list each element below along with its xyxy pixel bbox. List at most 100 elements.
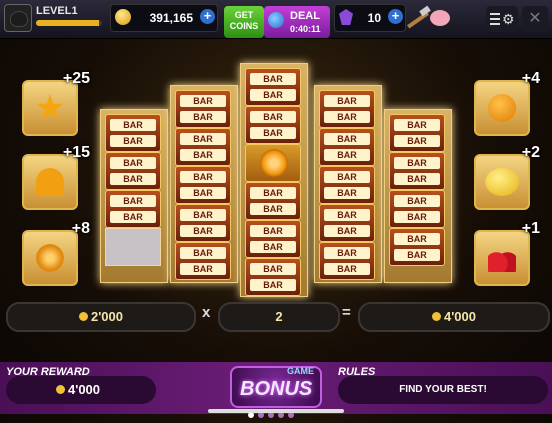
rules-box: FIND YOUR BEST!: [338, 376, 548, 404]
base-reward-value: 2'000: [90, 309, 123, 324]
multiplier-label: +25: [62, 70, 90, 87]
multiplier-value: 2: [275, 309, 283, 324]
bar-symbol-tile[interactable]: BAR BAR: [389, 114, 445, 152]
reel-grid: BAR BAR BAR BAR BAR BAR BAR BAR BAR BAR BAR BAR BAR B…: [100, 63, 452, 297]
star-icon: [36, 94, 64, 120]
bar-symbol-tile[interactable]: BAR BAR: [319, 204, 375, 242]
bar-symbol-tile[interactable]: BAR BAR: [389, 228, 445, 266]
bar-symbol-text: BAR: [250, 203, 296, 215]
bar-symbol-tile[interactable]: BAR BAR: [319, 128, 375, 166]
bar-symbol-text: BAR: [394, 157, 440, 169]
bar-symbol-tile[interactable]: BAR BAR: [319, 242, 375, 280]
xp-progress-bar: [36, 20, 102, 26]
piggy-bank-button[interactable]: [402, 4, 454, 34]
bar-symbol-text: BAR: [180, 111, 226, 123]
bar-symbol-text: BAR: [180, 209, 226, 221]
bar-symbol-tile[interactable]: BAR BAR: [175, 166, 231, 204]
bar-symbol-text: BAR: [110, 135, 156, 147]
coin-icon: [431, 312, 441, 321]
home-indicator[interactable]: [208, 409, 344, 413]
deal-gems-icon: [268, 12, 284, 28]
bar-symbol-text: BAR: [394, 119, 440, 131]
bar-symbol-text: BAR: [250, 73, 296, 85]
equals-sign: =: [342, 304, 351, 321]
bar-symbol-tile[interactable]: BAR BAR: [389, 190, 445, 228]
xp-progress-fill: [36, 20, 99, 26]
bar-symbol-tile[interactable]: BAR BAR: [245, 106, 301, 144]
bar-symbol-text: BAR: [110, 173, 156, 185]
bar-symbol-text: BAR: [110, 157, 156, 169]
base-reward-display: 2'000: [6, 302, 196, 332]
bar-symbol-tile[interactable]: BAR BAR: [175, 204, 231, 242]
left-multiplier-2: +8: [22, 220, 90, 286]
bar-symbol-text: BAR: [110, 195, 156, 207]
orange-half-icon: [260, 149, 288, 177]
empty-tile[interactable]: [105, 228, 161, 266]
multiplier-label: +2: [521, 144, 540, 161]
menu-settings-button[interactable]: ⚙: [486, 6, 518, 32]
bar-symbol-text: BAR: [394, 195, 440, 207]
bar-symbol-tile[interactable]: BAR BAR: [245, 220, 301, 258]
bar-symbol-text: BAR: [324, 171, 370, 183]
bar-symbol-text: BAR: [180, 187, 226, 199]
bar-symbol-tile[interactable]: BAR BAR: [105, 114, 161, 152]
deal-timer: 0:40:11: [290, 24, 321, 34]
bar-symbol-tile[interactable]: BAR BAR: [319, 166, 375, 204]
multiplier-label: +8: [71, 220, 90, 237]
bar-symbol-text: BAR: [180, 133, 226, 145]
orange-symbol-tile[interactable]: [245, 144, 301, 182]
bar-symbol-text: BAR: [394, 249, 440, 261]
right-multiplier-1: +2: [474, 144, 540, 210]
bar-symbol-tile[interactable]: BAR BAR: [245, 182, 301, 220]
your-reward-value: 4'000: [68, 382, 101, 397]
bar-symbol-tile[interactable]: BAR BAR: [389, 152, 445, 190]
coin-icon: [78, 312, 88, 321]
bar-symbol-text: BAR: [110, 211, 156, 223]
bar-symbol-text: BAR: [250, 225, 296, 237]
bar-symbol-text: BAR: [180, 263, 226, 275]
bar-symbol-text: BAR: [250, 241, 296, 253]
coin-icon: [56, 385, 65, 394]
bar-symbol-text: BAR: [250, 187, 296, 199]
bonus-word: BONUS: [240, 378, 313, 400]
deal-button[interactable]: DEAL 0:40:11: [264, 6, 330, 38]
bar-symbol-text: BAR: [180, 247, 226, 259]
lemon-icon: [485, 168, 519, 196]
bar-symbol-tile[interactable]: BAR BAR: [175, 90, 231, 128]
bar-symbol-tile[interactable]: BAR BAR: [105, 190, 161, 228]
bar-symbol-tile[interactable]: BAR BAR: [245, 68, 301, 106]
bar-symbol-tile[interactable]: BAR BAR: [319, 90, 375, 128]
bar-symbol-text: BAR: [394, 173, 440, 185]
bar-symbol-text: BAR: [250, 89, 296, 101]
add-gems-button[interactable]: +: [388, 9, 403, 24]
get-coins-button[interactable]: GET COINS: [224, 6, 264, 38]
gem-count: 10: [367, 11, 381, 25]
bar-symbol-text: BAR: [394, 233, 440, 245]
bar-symbol-text: BAR: [250, 263, 296, 275]
bar-symbol-tile[interactable]: BAR BAR: [175, 242, 231, 280]
bell-icon: [36, 168, 64, 196]
bonus-game-small-text: GAME: [287, 366, 314, 376]
level-label: LEVEL1: [36, 5, 78, 17]
close-button[interactable]: ✕: [522, 6, 548, 32]
bar-symbol-tile[interactable]: BAR BAR: [245, 258, 301, 296]
coin-count: 391,165: [149, 11, 193, 25]
orange-half-icon: [36, 244, 64, 272]
multiplier-display: 2: [218, 302, 340, 332]
gem-balance: 10 +: [334, 4, 406, 32]
reel-column-0: BAR BAR BAR BAR BAR BAR: [100, 109, 168, 283]
bar-symbol-text: BAR: [324, 225, 370, 237]
multiplier-label: +15: [62, 144, 90, 161]
your-reward-box: 4'000: [6, 376, 156, 404]
bar-symbol-text: BAR: [324, 187, 370, 199]
result-reward-display: 4'000: [358, 302, 550, 332]
add-coins-button[interactable]: +: [200, 9, 215, 24]
bar-symbol-tile[interactable]: BAR BAR: [105, 152, 161, 190]
player-avatar[interactable]: [4, 4, 32, 32]
top-bar: LEVEL1 391,165 + GET COINS DEAL 0:40:11 1…: [0, 0, 552, 39]
reel-column-2: BAR BAR BAR BAR BAR BAR BAR BAR BAR BAR: [240, 63, 308, 297]
bar-symbol-tile[interactable]: BAR BAR: [175, 128, 231, 166]
multiplier-label: +4: [521, 70, 540, 87]
gem-icon: [339, 9, 353, 25]
right-multiplier-2: +1: [474, 220, 540, 286]
